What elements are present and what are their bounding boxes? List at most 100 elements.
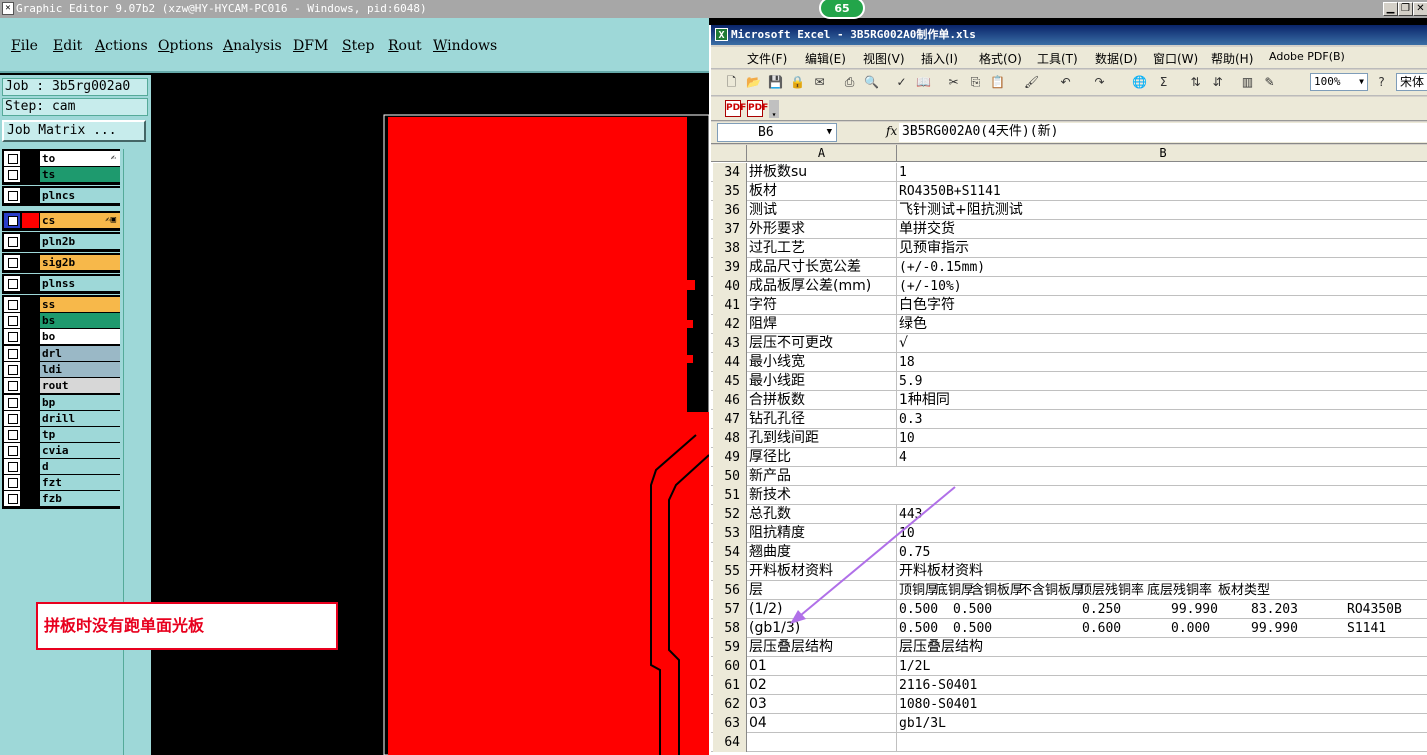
menu-edit[interactable]: Edit (53, 38, 82, 54)
row-header[interactable]: 56 (713, 581, 747, 600)
layer-checkbox[interactable] (4, 234, 21, 249)
layer-swatch[interactable] (22, 151, 39, 166)
cell-a[interactable]: 阻焊 (747, 315, 897, 334)
print-icon[interactable]: ⎙ (841, 74, 858, 91)
layer-row[interactable]: fzb (4, 491, 120, 507)
cell-a[interactable]: 成品板厚公差(mm) (747, 277, 897, 296)
hyperlink-icon[interactable]: 🌐 (1131, 74, 1148, 91)
material-cell[interactable]: 0.500 (899, 619, 938, 638)
material-cell[interactable]: 0.500 (899, 600, 938, 619)
print-preview-icon[interactable]: 🔍 (863, 74, 880, 91)
row-header[interactable]: 44 (713, 353, 747, 372)
layer-checkbox[interactable] (4, 443, 21, 458)
xl-menu-format[interactable]: 格式(O) (979, 50, 1022, 67)
layer-name[interactable]: ldi (40, 362, 120, 377)
layer-name[interactable]: plnss (40, 276, 120, 291)
cell-b[interactable]: 单拼交货 (897, 220, 1427, 239)
cell-b[interactable]: 绿色 (897, 315, 1427, 334)
layer-row[interactable]: to ✍ (4, 151, 120, 167)
layer-swatch[interactable] (22, 395, 39, 410)
cell-a[interactable]: 测试 (747, 201, 897, 220)
cell-a[interactable]: 翘曲度 (747, 543, 897, 562)
cell-a[interactable]: 字符 (747, 296, 897, 315)
cell-a[interactable]: (1/2) (747, 600, 897, 619)
material-header[interactable]: 不含铜板厚 (1019, 581, 1084, 600)
cell-a[interactable]: 层压叠层结构 (747, 638, 897, 657)
email-icon[interactable]: ✉ (811, 74, 828, 91)
cell-b[interactable]: 飞针测试+阻抗测试 (897, 201, 1427, 220)
copy-icon[interactable]: ⎘ (967, 74, 984, 91)
spelling-icon[interactable]: ✓ (893, 74, 910, 91)
drawing-icon[interactable]: ✎ (1261, 74, 1278, 91)
cell-b[interactable] (897, 486, 1427, 505)
research-icon[interactable]: 📖 (915, 74, 932, 91)
xl-menu-insert[interactable]: 插入(I) (921, 50, 958, 67)
layer-checkbox[interactable] (4, 475, 21, 490)
material-cell[interactable]: 0.500 (953, 619, 992, 638)
material-header[interactable]: 底层残铜率 (1147, 581, 1212, 600)
undo-icon[interactable]: ↶ (1057, 74, 1074, 91)
layer-swatch[interactable] (22, 213, 39, 228)
cell-b[interactable]: 443 (897, 505, 1427, 524)
paste-icon[interactable]: 📋 (989, 74, 1006, 91)
layer-row[interactable]: fzt (4, 475, 120, 491)
permission-icon[interactable]: 🔒 (789, 74, 806, 91)
material-cell[interactable]: 0.500 (953, 600, 992, 619)
layer-name[interactable]: bs (40, 313, 120, 328)
layer-swatch[interactable] (22, 346, 39, 361)
cell-b[interactable]: 1种相同 (897, 391, 1427, 410)
layer-checkbox[interactable] (4, 313, 21, 328)
row-header[interactable]: 53 (713, 524, 747, 543)
layer-row[interactable]: drill (4, 411, 120, 427)
layer-row[interactable]: ss (4, 297, 120, 313)
layer-row[interactable]: pln2b (4, 234, 120, 250)
layer-name[interactable]: bo (40, 329, 120, 344)
layer-name[interactable]: pln2b (40, 234, 120, 249)
layer-row[interactable]: plnss (4, 276, 120, 292)
row-header[interactable]: 50 (713, 467, 747, 486)
cell-b[interactable]: 开料板材资料 (897, 562, 1427, 581)
layer-row[interactable]: drl (4, 346, 120, 362)
row-header[interactable]: 57 (713, 600, 747, 619)
cell-a[interactable]: 合拼板数 (747, 391, 897, 410)
cell-a[interactable]: 02 (747, 676, 897, 695)
menu-analysis[interactable]: Analysis (223, 38, 282, 54)
column-a-header[interactable]: A (747, 145, 897, 162)
cell-a[interactable]: 最小线宽 (747, 353, 897, 372)
material-cell[interactable]: 0.600 (1082, 619, 1121, 638)
graphic-canvas[interactable] (151, 75, 710, 755)
layer-name[interactable]: drill (40, 411, 120, 426)
layer-name[interactable]: ss (40, 297, 120, 312)
cell-a[interactable]: 层 (747, 581, 897, 600)
xl-menu-view[interactable]: 视图(V) (863, 50, 905, 67)
layer-name[interactable]: sig2b (40, 255, 120, 270)
xl-menu-help[interactable]: 帮助(H) (1211, 50, 1253, 67)
row-header[interactable]: 60 (713, 657, 747, 676)
cell-a[interactable]: 成品尺寸长宽公差 (747, 258, 897, 277)
cell-a[interactable]: 过孔工艺 (747, 239, 897, 258)
row-header[interactable]: 35 (713, 182, 747, 201)
row-header[interactable]: 63 (713, 714, 747, 733)
cell-b[interactable]: √ (897, 334, 1427, 353)
layer-name[interactable]: drl (40, 346, 120, 361)
row-header[interactable]: 40 (713, 277, 747, 296)
layer-row[interactable]: d (4, 459, 120, 475)
save-icon[interactable]: 💾 (767, 74, 784, 91)
material-cell[interactable]: RO4350B (1347, 600, 1402, 619)
layer-swatch[interactable] (22, 411, 39, 426)
layer-checkbox[interactable] (4, 378, 21, 393)
layer-swatch[interactable] (22, 443, 39, 458)
material-header[interactable]: 底铜厚 (935, 581, 974, 600)
layer-row[interactable]: plncs (4, 188, 120, 204)
cell-a[interactable]: 总孔数 (747, 505, 897, 524)
close-button[interactable]: ✕ (1413, 2, 1427, 16)
xl-menu-data[interactable]: 数据(D) (1095, 50, 1138, 67)
row-header[interactable]: 37 (713, 220, 747, 239)
row-header[interactable]: 36 (713, 201, 747, 220)
row-header[interactable]: 34 (713, 163, 747, 182)
layer-checkbox[interactable] (4, 188, 21, 203)
cell-b[interactable]: 白色字符 (897, 296, 1427, 315)
layer-swatch[interactable] (22, 313, 39, 328)
xl-menu-window[interactable]: 窗口(W) (1153, 50, 1198, 67)
cell-a[interactable]: 厚径比 (747, 448, 897, 467)
